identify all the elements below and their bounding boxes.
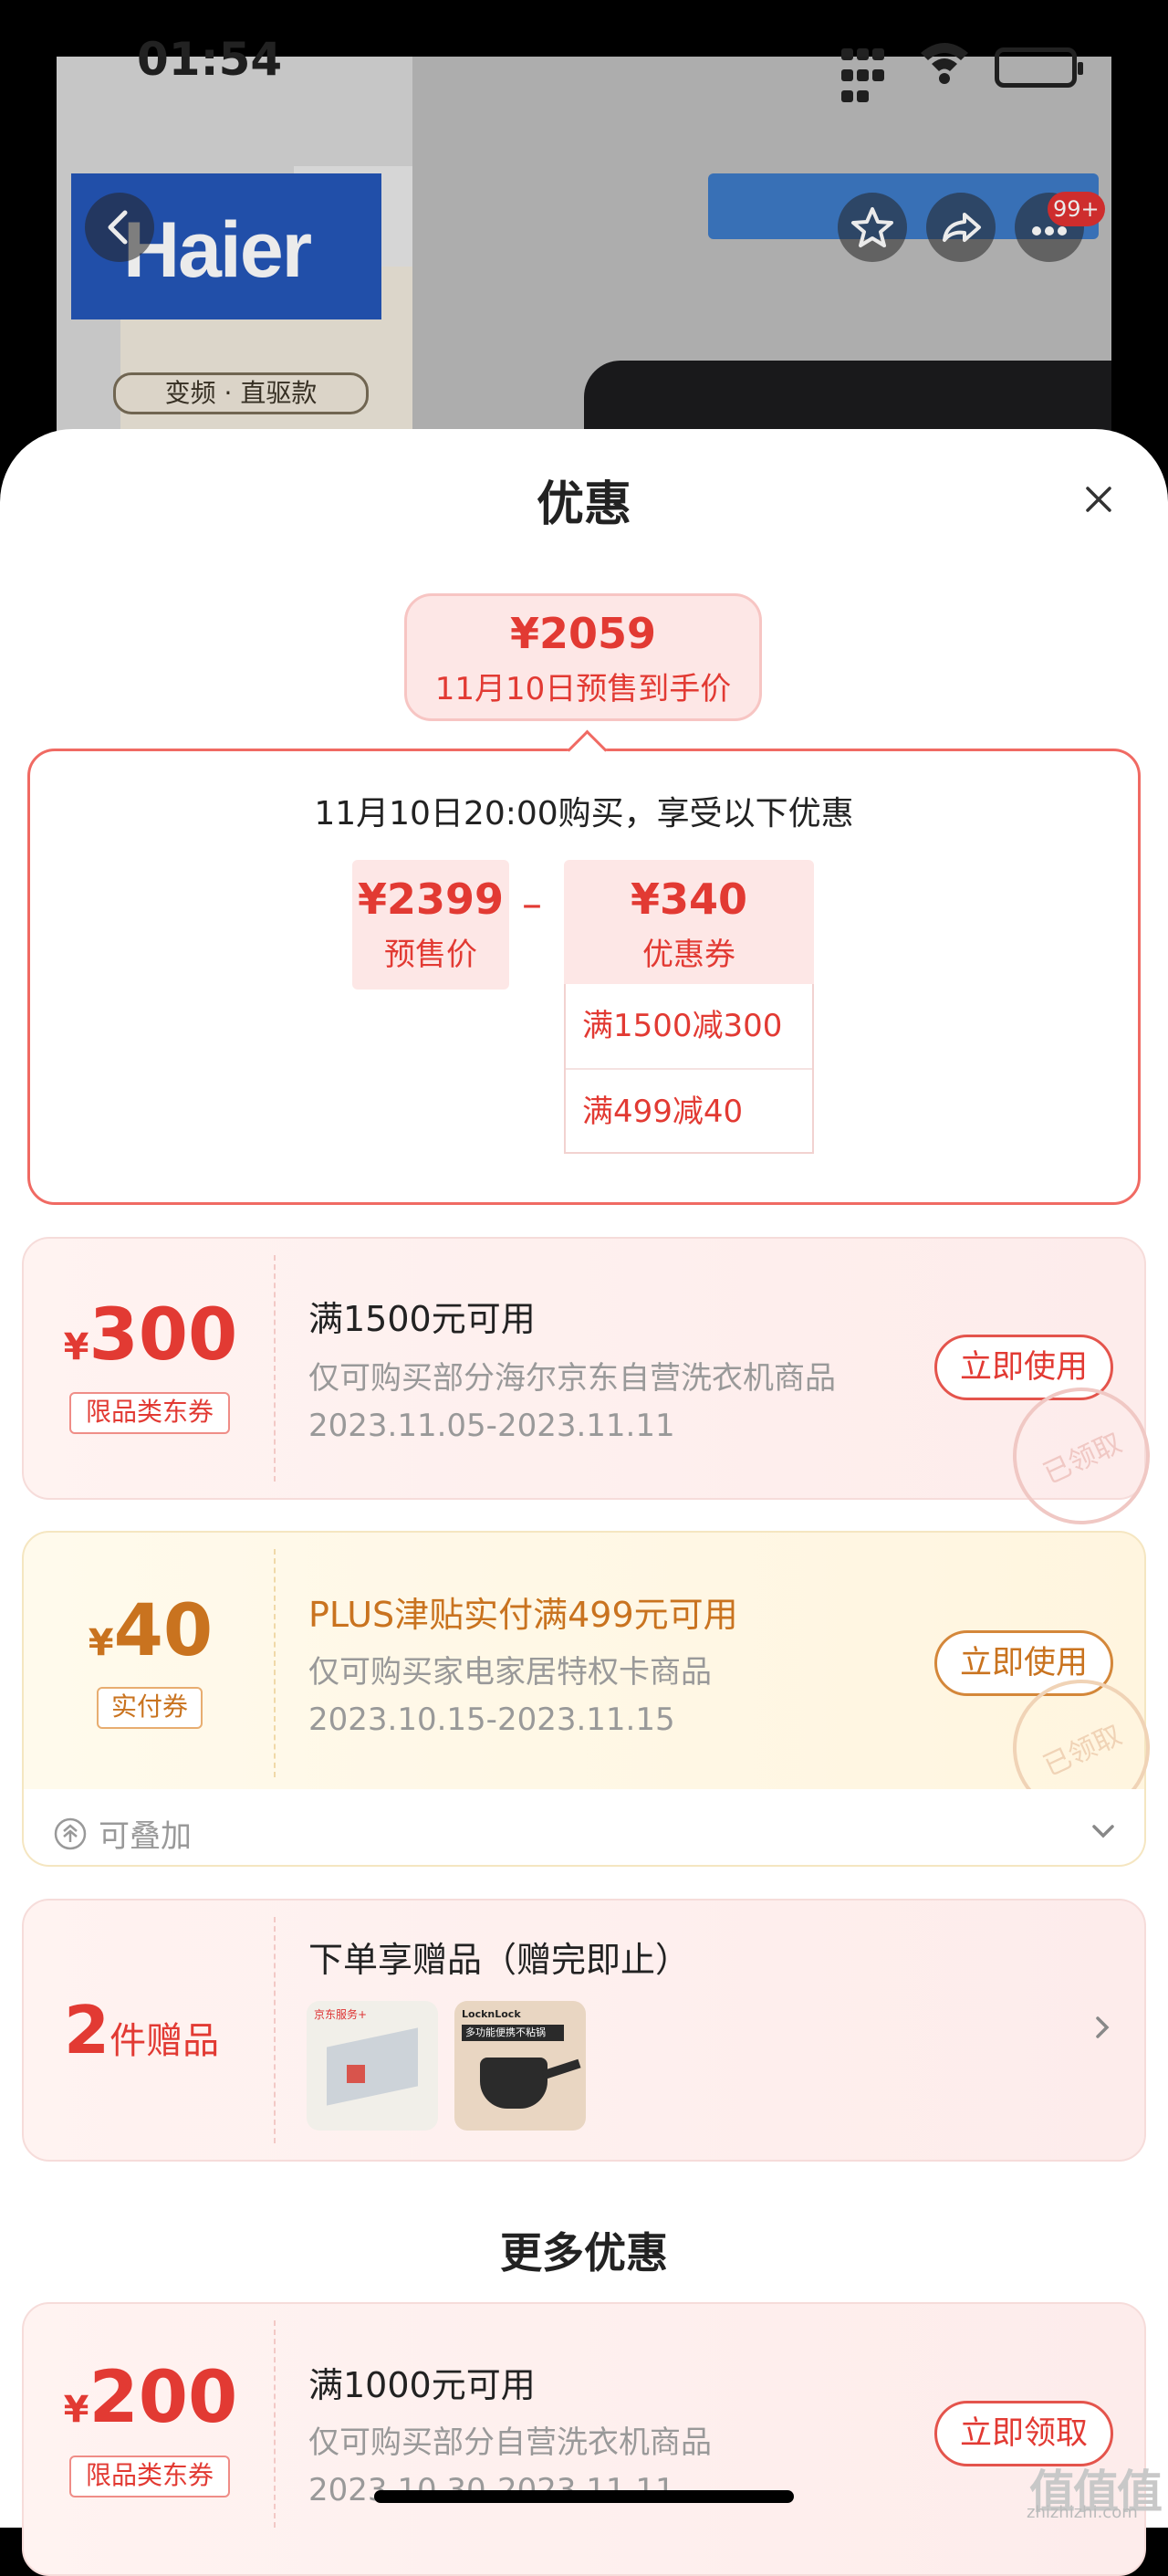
coupon-description: 仅可购买家电家居特权卡商品 [308, 1654, 712, 1691]
chevron-right-icon [1096, 2016, 1110, 2038]
gift-divider [274, 1917, 276, 2143]
gift-image-pan[interactable]: LocknLock 多功能便携不粘锅 [454, 2001, 586, 2131]
coupon-value: 40 [113, 1590, 214, 1672]
presale-label: 预售价 [384, 937, 477, 973]
gift-title: 下单享赠品（赠完即止） [308, 1940, 691, 1980]
coupon-description: 仅可购买部分自营洗衣机商品 [308, 2424, 712, 2461]
estimated-price-bubble: ¥2059 11月10日预售到手价 [404, 593, 762, 721]
gift-count-unit: 件赠品 [110, 2020, 220, 2062]
gift-caption: 多功能便携不粘锅 [462, 2025, 564, 2041]
gift-image-room[interactable]: 京东服务+ [307, 2001, 438, 2131]
estimated-price: ¥2059 [509, 609, 657, 658]
gift-brand: LocknLock [462, 2008, 521, 2020]
coupon-type-tag: 实付券 [97, 1687, 203, 1729]
coupon-total-box: ¥340 优惠券 [564, 860, 814, 990]
sheet-title: 优惠 [536, 477, 631, 532]
coupon-dates: 2023.11.05-2023.11.11 [308, 1408, 675, 1444]
pan-illustration [480, 2058, 548, 2109]
room-furniture [347, 2065, 365, 2083]
minus-sign: – [522, 881, 542, 927]
coupon-title: 满1500元可用 [308, 1299, 536, 1339]
dim-overlay[interactable] [57, 57, 1111, 486]
coupon-type-tag: 限品类东券 [69, 2456, 230, 2497]
coupon-divider [274, 2320, 276, 2528]
coupon-total: ¥340 [630, 874, 748, 924]
coupon-total-label: 优惠券 [642, 937, 735, 973]
chevron-down-icon [1092, 1825, 1114, 1838]
stack-icon [54, 1817, 87, 1850]
currency-symbol: ¥ [63, 2389, 89, 2431]
coupon-item: 满499减40 [566, 1068, 812, 1152]
coupon-description: 仅可购买部分海尔京东自营洗衣机商品 [308, 1360, 836, 1397]
coupon-dates: 2023.10.15-2023.11.15 [308, 1702, 675, 1738]
breakdown-heading: 11月10日20:00购买，享受以下优惠 [314, 795, 854, 832]
gift-caption: 京东服务+ [314, 2008, 368, 2021]
currency-symbol: ¥ [63, 1326, 89, 1368]
presale-price-box: ¥2399 预售价 [352, 860, 509, 990]
pan-handle [541, 2058, 581, 2080]
watermark-url: zhizhizhi.com [1027, 2503, 1138, 2522]
room-illustration [327, 2027, 418, 2106]
currency-symbol: ¥ [88, 1622, 114, 1664]
gift-count: 2件赠品 [64, 1992, 219, 2068]
gift-count-number: 2 [64, 1992, 110, 2068]
coupon-amount: ¥200 [36, 2357, 265, 2439]
close-icon[interactable] [1079, 479, 1119, 519]
stackable-label: 可叠加 [99, 1818, 192, 1855]
coupon-amount: ¥40 [36, 1590, 265, 1672]
coupon-divider [274, 1255, 276, 1482]
coupon-value: 300 [89, 1294, 238, 1377]
estimated-price-label: 11月10日预售到手价 [434, 671, 732, 707]
coupon-type-tag: 限品类东券 [69, 1392, 230, 1434]
coupon-title: 满1000元可用 [308, 2365, 536, 2405]
coupon-items-list: 满1500减300 满499减40 [564, 984, 814, 1154]
more-offers-title: 更多优惠 [500, 2228, 668, 2278]
presale-price: ¥2399 [357, 874, 505, 924]
coupon-value: 200 [89, 2357, 238, 2439]
coupon-divider [274, 1549, 276, 1777]
coupon-amount: ¥300 [36, 1294, 265, 1377]
coupon-item: 满1500减300 [582, 1008, 783, 1044]
coupon-title: PLUS津贴实付满499元可用 [308, 1595, 738, 1635]
home-indicator[interactable] [374, 2490, 794, 2503]
